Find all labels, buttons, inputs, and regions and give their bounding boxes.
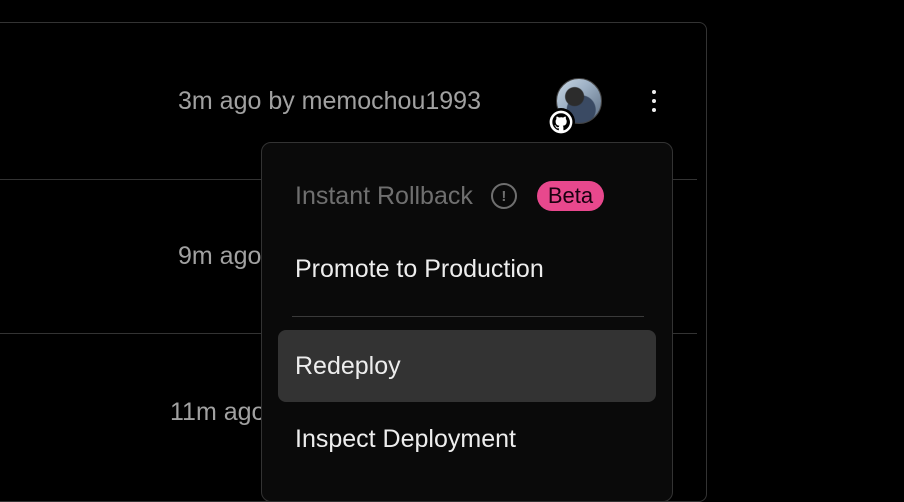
menu-divider <box>292 316 644 317</box>
menu-item-label: Instant Rollback <box>295 181 473 210</box>
menu-item-redeploy[interactable]: Redeploy <box>278 330 656 402</box>
kebab-dot <box>652 90 656 94</box>
beta-badge: Beta <box>536 181 605 211</box>
menu-item-label: Redeploy <box>295 351 401 380</box>
deployment-meta: 11m ago <box>170 398 266 426</box>
deployment-meta: 9m ago <box>178 242 262 270</box>
menu-item-inspect[interactable]: Inspect Deployment <box>278 403 656 475</box>
kebab-dot <box>652 108 656 112</box>
deployment-actions-menu: Instant Rollback ! Beta Promote to Produ… <box>261 142 673 502</box>
menu-item-label: Promote to Production <box>295 254 544 283</box>
github-icon <box>547 108 575 136</box>
menu-item-label: Inspect Deployment <box>295 424 516 453</box>
menu-item-promote[interactable]: Promote to Production <box>278 233 656 305</box>
more-options-button[interactable] <box>638 84 670 118</box>
info-icon[interactable]: ! <box>490 183 517 209</box>
deployment-meta: 3m ago by memochou1993 <box>178 87 481 115</box>
menu-item-instant-rollback: Instant Rollback ! Beta <box>278 160 656 232</box>
kebab-dot <box>652 99 656 103</box>
